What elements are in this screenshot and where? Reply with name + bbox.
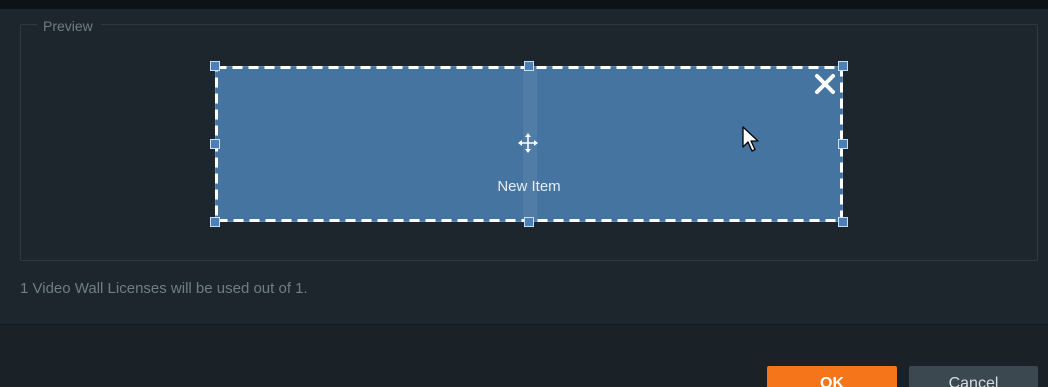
resize-handle-top-left[interactable] (210, 61, 220, 71)
license-usage-text: 1 Video Wall Licenses will be used out o… (20, 280, 308, 297)
resize-handle-top-right[interactable] (838, 61, 848, 71)
arrow-cursor-icon (742, 126, 759, 152)
resize-handle-top[interactable] (524, 61, 534, 71)
resize-handle-right[interactable] (838, 139, 848, 149)
resize-handle-bottom-left[interactable] (210, 217, 220, 227)
item-label: New Item (497, 178, 561, 195)
resize-handle-bottom[interactable] (524, 217, 534, 227)
window-top-edge (0, 0, 1048, 9)
move-icon[interactable] (516, 131, 540, 155)
preview-group-title: Preview (37, 17, 101, 35)
ok-button[interactable]: OK (767, 366, 897, 387)
cancel-button[interactable]: Cancel (909, 366, 1038, 387)
close-icon[interactable] (813, 72, 837, 96)
resize-handle-bottom-right[interactable] (838, 217, 848, 227)
resize-handle-left[interactable] (210, 139, 220, 149)
